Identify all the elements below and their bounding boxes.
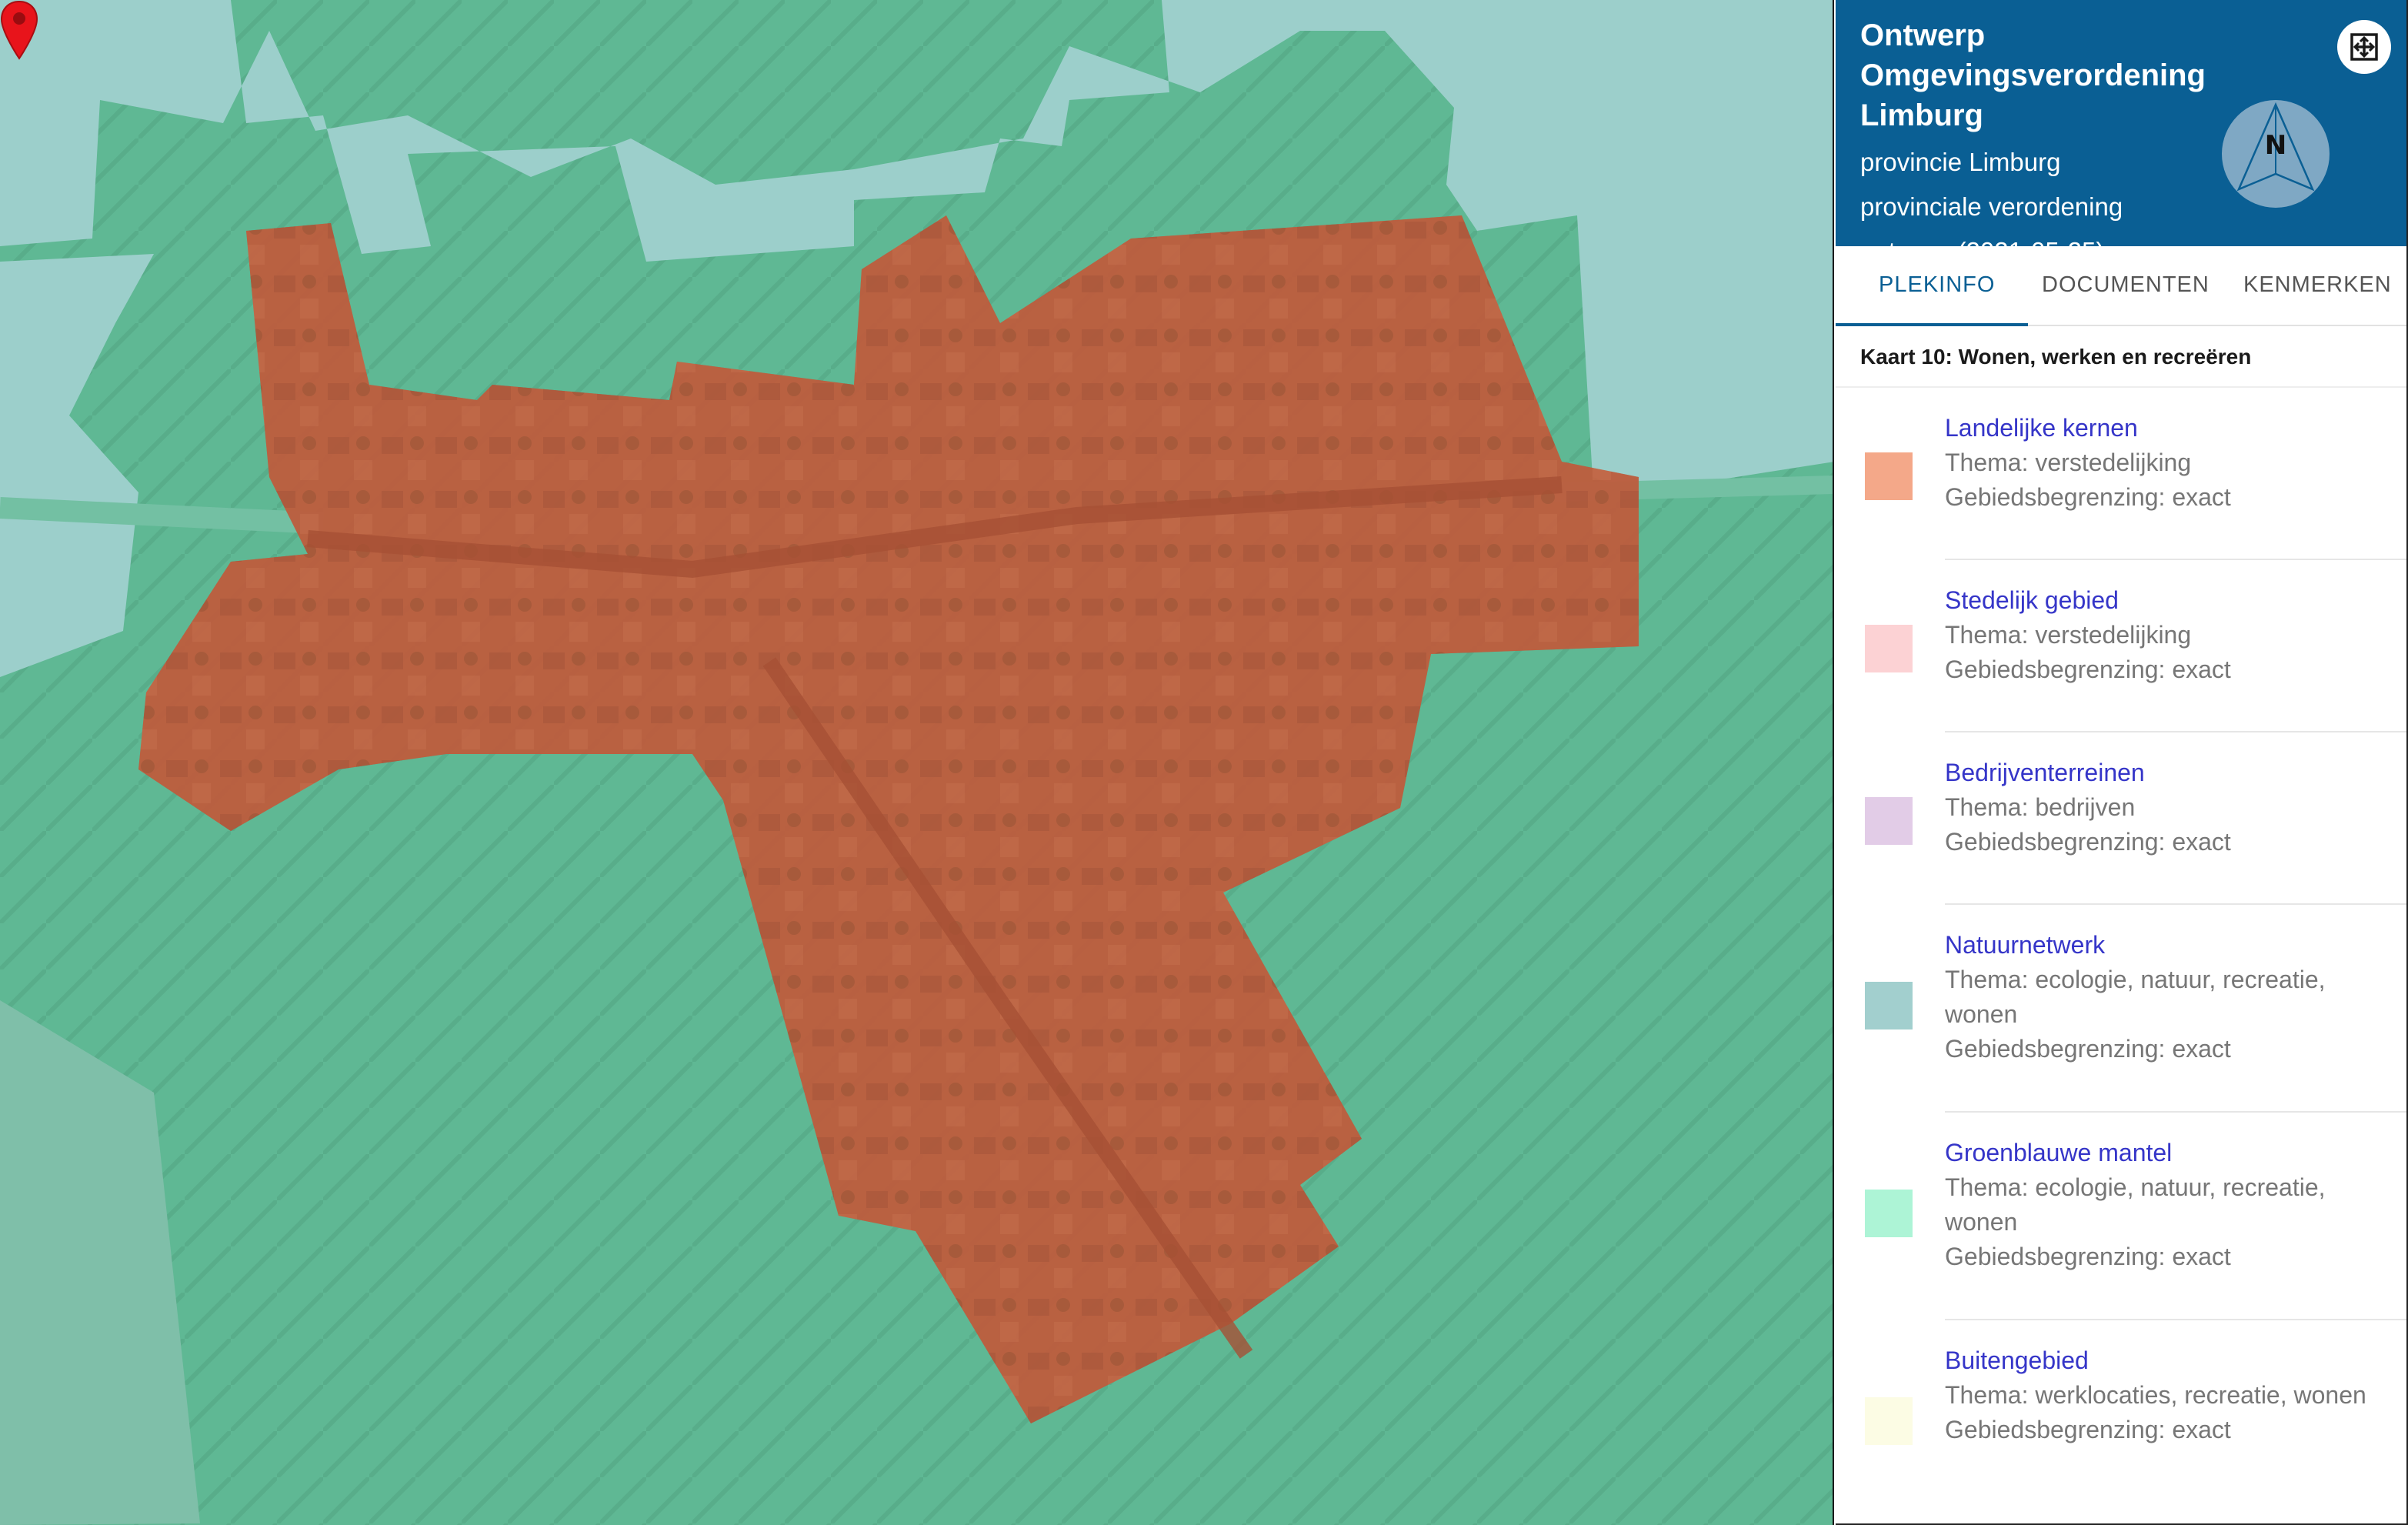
legend-begrenzing: Gebiedsbegrenzing: exact xyxy=(1945,1416,2231,1443)
legend-text: Landelijke kernen Thema: verstedelijking… xyxy=(1945,411,2391,515)
legend-text: Natuurnetwerk Thema: ecologie, natuur, r… xyxy=(1945,928,2391,1066)
legend-swatch xyxy=(1865,1190,1913,1237)
tab-plekinfo[interactable]: PLEKINFO xyxy=(1879,272,1995,298)
legend-swatch xyxy=(1865,625,1913,672)
legend-name[interactable]: Stedelijk gebied xyxy=(1945,583,2391,618)
legend-begrenzing: Gebiedsbegrenzing: exact xyxy=(1945,1243,2231,1270)
fullscreen-button[interactable] xyxy=(2337,20,2391,74)
legend-item-landelijke-kernen[interactable]: Landelijke kernen Thema: verstedelijking… xyxy=(1836,388,2406,560)
location-pin-icon[interactable] xyxy=(0,0,38,60)
legend-item-groenblauwe-mantel[interactable]: Groenblauwe mantel Thema: ecologie, natu… xyxy=(1836,1113,2406,1320)
legend-thema: Thema: werklocaties, recreatie, wonen xyxy=(1945,1381,2366,1409)
legend-item-buitengebied[interactable]: Buitengebied Thema: werklocaties, recrea… xyxy=(1836,1320,2406,1523)
active-tab-indicator xyxy=(1836,323,2028,326)
legend-begrenzing: Gebiedsbegrenzing: exact xyxy=(1945,483,2231,511)
legend-begrenzing: Gebiedsbegrenzing: exact xyxy=(1945,828,2231,856)
legend-swatch xyxy=(1865,452,1913,500)
legend-name[interactable]: Natuurnetwerk xyxy=(1945,928,2391,963)
legend-item-bedrijventerreinen[interactable]: Bedrijventerreinen Thema: bedrijven Gebi… xyxy=(1836,732,2406,905)
legend-text: Stedelijk gebied Thema: verstedelijking … xyxy=(1945,583,2391,687)
compass-label: N xyxy=(2265,130,2286,161)
legend-thema: Thema: verstedelijking xyxy=(1945,449,2192,476)
legend-swatch xyxy=(1865,1397,1913,1445)
legend-name[interactable]: Landelijke kernen xyxy=(1945,411,2391,445)
legend-name[interactable]: Bedrijventerreinen xyxy=(1945,756,2391,790)
legend-begrenzing: Gebiedsbegrenzing: exact xyxy=(1945,656,2231,683)
legend-thema: Thema: bedrijven xyxy=(1945,793,2136,821)
legend-item-stedelijk-gebied[interactable]: Stedelijk gebied Thema: verstedelijking … xyxy=(1836,560,2406,732)
map-road-west xyxy=(0,497,324,534)
legend-swatch xyxy=(1865,982,1913,1029)
map-layer-title: Kaart 10: Wonen, werken en recreëren xyxy=(1836,326,2406,388)
tab-documenten[interactable]: DOCUMENTEN xyxy=(2042,272,2210,298)
legend-text: Bedrijventerreinen Thema: bedrijven Gebi… xyxy=(1945,756,2391,859)
legend-swatch xyxy=(1865,797,1913,845)
tab-bar: PLEKINFO DOCUMENTEN KENMERKEN xyxy=(1836,246,2406,326)
compass-icon[interactable]: N xyxy=(2220,98,2331,209)
legend-text: Buitengebied Thema: werklocaties, recrea… xyxy=(1945,1343,2391,1447)
map-canvas[interactable] xyxy=(0,0,1834,1525)
info-panel: Ontwerp Omgevingsverordening Limburg pro… xyxy=(1836,0,2408,1525)
legend-thema: Thema: ecologie, natuur, recreatie, wone… xyxy=(1945,1173,2326,1236)
panel-header: Ontwerp Omgevingsverordening Limburg pro… xyxy=(1836,0,2406,265)
legend-text: Groenblauwe mantel Thema: ecologie, natu… xyxy=(1945,1136,2391,1274)
fullscreen-icon xyxy=(2350,33,2378,61)
legend-list: Landelijke kernen Thema: verstedelijking… xyxy=(1836,388,2406,1523)
legend-name[interactable]: Buitengebied xyxy=(1945,1343,2391,1378)
map-view[interactable] xyxy=(0,0,1834,1525)
legend-thema: Thema: verstedelijking xyxy=(1945,621,2192,649)
legend-begrenzing: Gebiedsbegrenzing: exact xyxy=(1945,1035,2231,1063)
tab-kenmerken[interactable]: KENMERKEN xyxy=(2243,272,2392,298)
legend-item-natuurnetwerk[interactable]: Natuurnetwerk Thema: ecologie, natuur, r… xyxy=(1836,905,2406,1113)
legend-thema: Thema: ecologie, natuur, recreatie, wone… xyxy=(1945,966,2326,1028)
legend-name[interactable]: Groenblauwe mantel xyxy=(1945,1136,2391,1170)
